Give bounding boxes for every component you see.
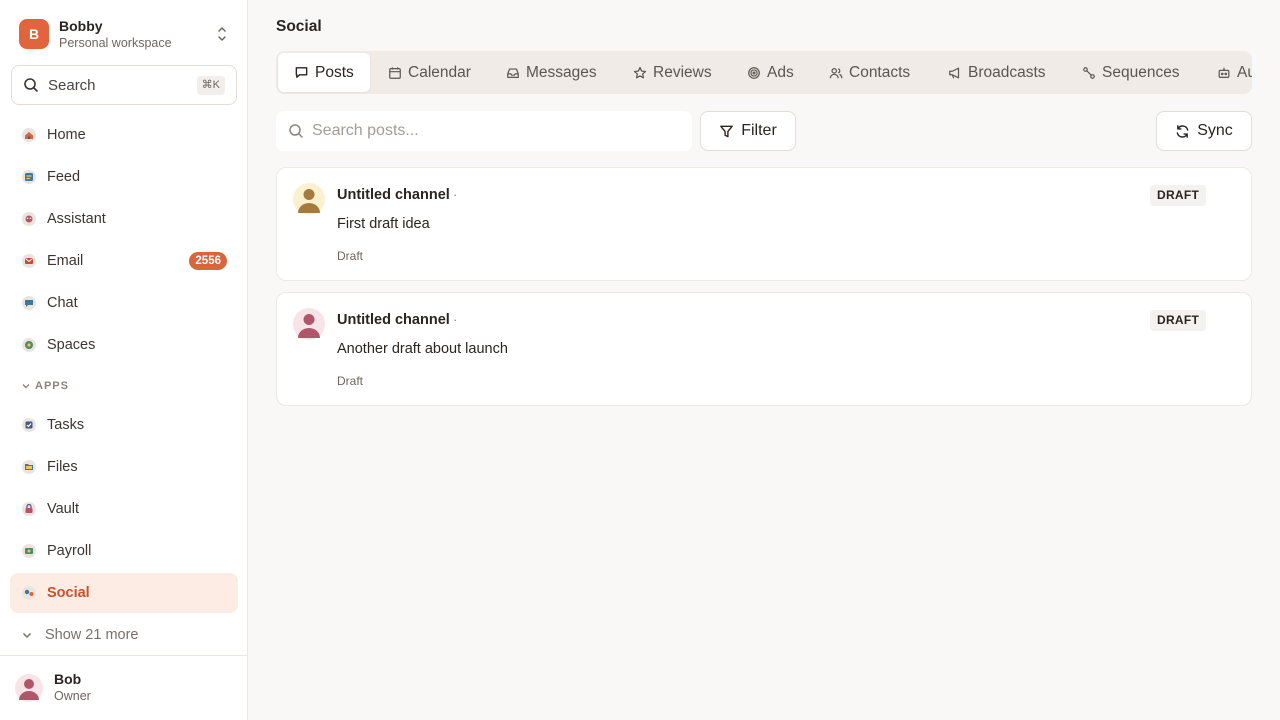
- user-name: Bob: [54, 671, 82, 687]
- post-search-input[interactable]: [312, 122, 672, 140]
- post-text: Another draft about launch: [337, 341, 508, 357]
- feed-icon: [22, 170, 36, 184]
- post-text: First draft idea: [337, 216, 430, 232]
- apps-section-label[interactable]: APPS: [21, 380, 69, 392]
- channel-name: Untitled channel: [337, 187, 450, 203]
- robot-icon: [1218, 67, 1230, 78]
- sidebar-item-assistant[interactable]: Assistant: [10, 199, 238, 239]
- spaces-icon: [22, 338, 36, 352]
- filter-icon: [720, 125, 734, 137]
- tab-reviews[interactable]: Reviews: [633, 53, 712, 92]
- status-badge: DRAFT: [1150, 310, 1207, 331]
- vault-icon: [22, 502, 36, 516]
- chevron-down-icon: [22, 384, 30, 389]
- refresh-icon: [1176, 124, 1189, 138]
- channel-name: Untitled channel: [337, 312, 450, 328]
- sidebar-item-files[interactable]: Files: [10, 447, 238, 487]
- sidebar-item-social[interactable]: Social: [10, 573, 238, 613]
- email-icon: [22, 254, 36, 268]
- workspace-subtitle: Personal workspace: [59, 35, 172, 50]
- user-avatar: [15, 674, 43, 702]
- tasks-icon: [22, 418, 36, 432]
- tab-contacts[interactable]: Contacts: [829, 53, 910, 92]
- sidebar-item-email[interactable]: Email 2556: [10, 241, 238, 281]
- workflow-icon: [1083, 66, 1095, 79]
- filter-button[interactable]: Filter: [700, 111, 796, 151]
- assistant-icon: [22, 212, 36, 226]
- sidebar-search[interactable]: Search ⌘K: [11, 65, 237, 105]
- sidebar-item-home[interactable]: Home: [10, 115, 238, 155]
- target-icon: [748, 66, 760, 79]
- chat-icon: [22, 296, 36, 310]
- sync-button[interactable]: Sync: [1156, 111, 1252, 151]
- post-card[interactable]: Untitled channel · Another draft about l…: [276, 292, 1252, 406]
- workspace-avatar: B: [19, 19, 49, 49]
- sidebar: B Bobby Personal workspace Search ⌘K Hom…: [0, 0, 248, 720]
- page-title: Social: [276, 18, 322, 35]
- tab-ads[interactable]: Ads: [747, 53, 794, 92]
- payroll-icon: [22, 544, 36, 558]
- tab-automations[interactable]: Au: [1217, 53, 1252, 92]
- channel-avatar: [293, 183, 325, 215]
- user-role: Owner: [54, 689, 91, 703]
- users-icon: [829, 67, 843, 78]
- tab-broadcasts[interactable]: Broadcasts: [948, 53, 1046, 92]
- sidebar-item-feed[interactable]: Feed: [10, 157, 238, 197]
- tab-messages[interactable]: Messages: [506, 53, 597, 92]
- chevron-down-icon: [22, 632, 32, 639]
- search-icon: [289, 124, 303, 138]
- files-icon: [22, 460, 36, 474]
- sidebar-item-payroll[interactable]: Payroll: [10, 531, 238, 571]
- post-status: Draft: [337, 374, 364, 388]
- workspace-name: Bobby: [59, 17, 103, 34]
- workspace-switcher[interactable]: B Bobby Personal workspace: [19, 17, 231, 51]
- message-square-icon: [295, 67, 308, 78]
- sidebar-item-chat[interactable]: Chat: [10, 283, 238, 323]
- search-label: Search: [48, 76, 96, 94]
- tab-calendar[interactable]: Calendar: [388, 53, 471, 92]
- status-badge: DRAFT: [1150, 185, 1207, 206]
- tab-sequences[interactable]: Sequences: [1082, 53, 1180, 92]
- separator-dot: ·: [453, 312, 458, 327]
- sidebar-item-tasks[interactable]: Tasks: [10, 405, 238, 445]
- post-status: Draft: [337, 249, 364, 263]
- main-content: Social Posts Calendar Messages Reviews A…: [248, 0, 1280, 720]
- home-icon: [22, 128, 36, 142]
- channel-avatar: [293, 308, 325, 340]
- show-more-button[interactable]: Show 21 more: [10, 615, 238, 655]
- sidebar-item-spaces[interactable]: Spaces: [10, 325, 238, 365]
- star-icon: [633, 66, 647, 78]
- tab-posts[interactable]: Posts: [278, 53, 370, 92]
- search-icon: [24, 78, 38, 92]
- sidebar-item-vault[interactable]: Vault: [10, 489, 238, 529]
- megaphone-icon: [949, 67, 960, 78]
- post-search-field[interactable]: [276, 111, 692, 151]
- calendar-icon: [389, 66, 401, 79]
- inbox-icon: [507, 67, 519, 78]
- tab-bar: Posts Calendar Messages Reviews Ads Cont…: [276, 51, 1252, 94]
- email-count-badge: 2556: [189, 252, 227, 270]
- user-profile[interactable]: Bob Owner: [0, 655, 247, 720]
- social-icon: [22, 586, 36, 600]
- separator-dot: ·: [453, 187, 458, 202]
- chevrons-up-down-icon: [218, 27, 226, 41]
- search-shortcut: ⌘K: [196, 76, 225, 95]
- post-card[interactable]: Untitled channel · First draft idea Draf…: [276, 167, 1252, 281]
